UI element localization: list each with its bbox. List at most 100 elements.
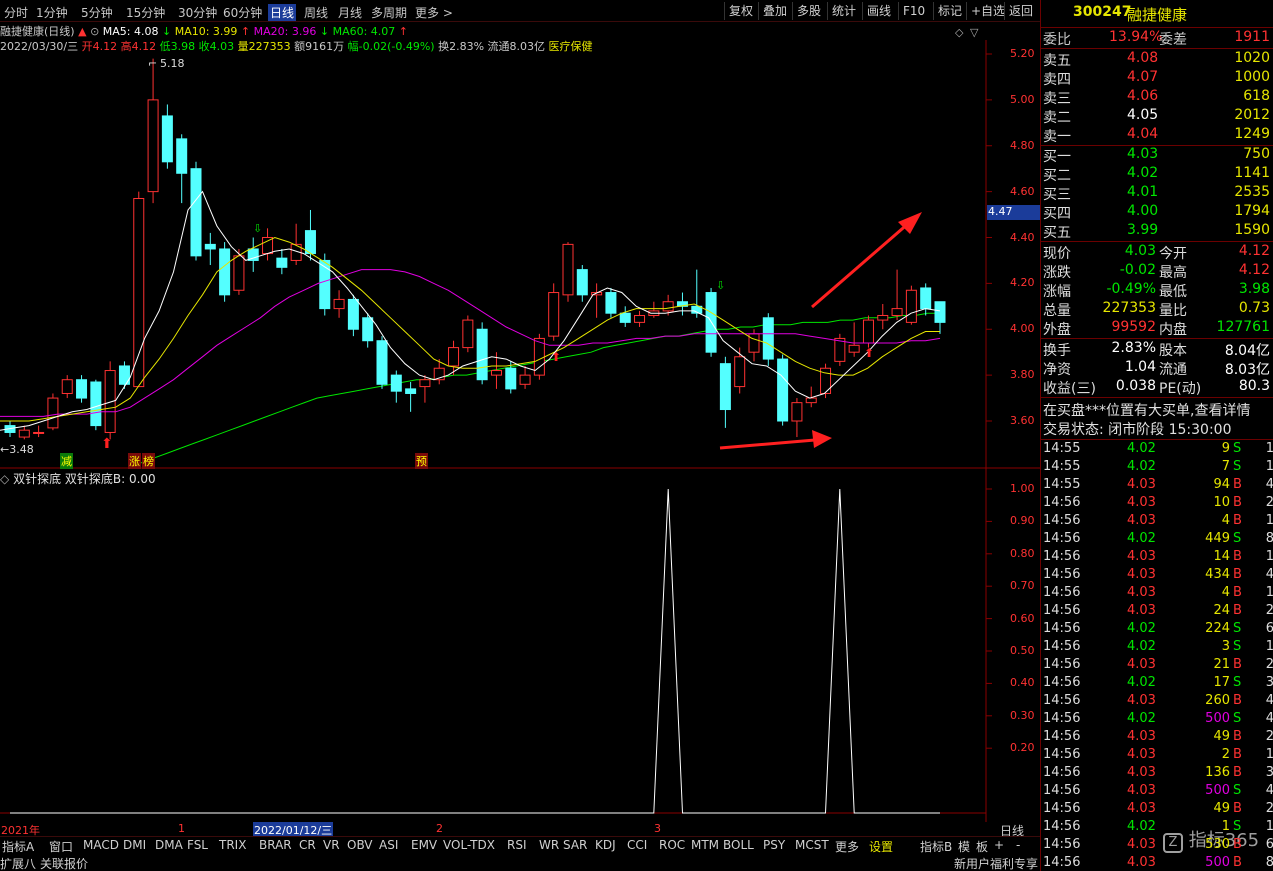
- candle-body: [390, 374, 402, 392]
- indicator-tab[interactable]: MTM: [689, 838, 721, 852]
- restore-rights-button[interactable]: 复权: [724, 2, 757, 20]
- tag-forecast[interactable]: 预: [415, 453, 428, 469]
- indicator-tab[interactable]: EMV: [409, 838, 439, 852]
- statistics-button[interactable]: 统计: [827, 2, 860, 20]
- tab-daily[interactable]: 日线: [268, 4, 297, 21]
- add-watchlist-button[interactable]: +自选: [966, 2, 1009, 20]
- f10-button[interactable]: F10: [898, 2, 929, 20]
- indicator-tab[interactable]: KDJ: [593, 838, 618, 852]
- indicator-tab[interactable]: PSY: [761, 838, 787, 852]
- indicator-tab-right[interactable]: +: [992, 838, 1006, 852]
- indicator-tab[interactable]: DMA: [153, 838, 185, 852]
- indicator-tab[interactable]: 更多: [833, 838, 861, 855]
- price-tick-label: 5.20: [1010, 47, 1035, 60]
- indicator-tab[interactable]: CCI: [625, 838, 649, 852]
- back-button[interactable]: 返回: [1004, 2, 1037, 20]
- candle-body: [219, 248, 231, 296]
- indicator-tab[interactable]: VR: [321, 838, 342, 852]
- indicator-tab[interactable]: 窗口: [47, 838, 75, 855]
- indicator-tab[interactable]: 设置: [867, 838, 895, 855]
- ask-row: 卖四 4.07 1000: [1041, 69, 1273, 88]
- dropdown-icon[interactable]: ▽: [970, 26, 978, 39]
- tick-volume: 500: [1205, 711, 1230, 726]
- tab-weekly[interactable]: 周线: [304, 4, 328, 21]
- indicator-tab-right[interactable]: 模: [956, 838, 972, 855]
- indicator-tick-label: 0.40: [1010, 676, 1035, 690]
- candle-body: [662, 301, 674, 312]
- bid-label: 买二: [1043, 168, 1071, 184]
- tab-fenshi[interactable]: 分时: [4, 4, 28, 21]
- expand-tab[interactable]: 扩展八: [0, 855, 36, 871]
- tick-count: 1: [1265, 747, 1273, 762]
- tab-monthly[interactable]: 月线: [338, 4, 362, 21]
- tab-more[interactable]: 更多 >: [415, 4, 453, 21]
- tick-time: 14:56: [1043, 783, 1081, 798]
- price-tick-label: 5.00: [1010, 92, 1035, 106]
- indicator-tab[interactable]: VOL-TDX: [441, 838, 497, 852]
- big-order-notice[interactable]: 在买盘***位置有大买单,查看详情: [1041, 400, 1273, 419]
- collapse-icon[interactable]: ◇: [0, 472, 9, 486]
- multi-stock-button[interactable]: 多股: [792, 2, 825, 20]
- tab-60min[interactable]: 60分钟: [223, 4, 262, 21]
- indicator-tab[interactable]: 指标A: [0, 838, 36, 855]
- info-date: 2022/03/30/三: [0, 40, 79, 53]
- tab-1min[interactable]: 1分钟: [36, 4, 68, 21]
- mark-button[interactable]: 标记: [933, 2, 966, 20]
- new-user-promo-link[interactable]: 新用户福利专享: [954, 855, 1038, 871]
- info-change: 幅-0.02(-0.49%): [347, 40, 435, 53]
- indicator-tab[interactable]: CR: [297, 838, 318, 852]
- tag-reduce[interactable]: 减: [60, 453, 73, 469]
- tick-side: B: [1233, 765, 1242, 780]
- tab-5min[interactable]: 5分钟: [81, 4, 113, 21]
- tick-volume: 1: [1221, 819, 1230, 834]
- candle-body: [920, 287, 932, 310]
- tick-price: 4.02: [1127, 675, 1156, 690]
- tick-row: 14:56 4.03 434 B 4: [1041, 567, 1273, 585]
- ma20-label: MA20: 3.96: [253, 25, 317, 38]
- indicator-tab[interactable]: TRIX: [217, 838, 248, 852]
- tick-side: B: [1233, 693, 1242, 708]
- indicator-tab[interactable]: MCST: [793, 838, 831, 852]
- indicator-tick-label: 0.20: [1010, 741, 1035, 755]
- indicator-tab[interactable]: BOLL: [721, 838, 756, 852]
- indicator-tab-right[interactable]: 板: [974, 838, 990, 855]
- tick-volume: 10: [1213, 495, 1230, 510]
- candle-body: [61, 379, 73, 394]
- tag-rank[interactable]: 榜: [142, 453, 155, 469]
- tick-row: 14:56 4.03 260 B 4: [1041, 693, 1273, 711]
- indicator-tab[interactable]: BRAR: [257, 838, 294, 852]
- info-volume: 量227353: [237, 40, 291, 53]
- indicator-tab[interactable]: FSL: [185, 838, 210, 852]
- kline-chart[interactable]: [0, 22, 1040, 822]
- indicator-tab[interactable]: OBV: [345, 838, 375, 852]
- tab-30min[interactable]: 30分钟: [178, 4, 217, 21]
- tab-multi-period[interactable]: 多周期: [371, 4, 407, 21]
- stat-value: 4.03: [1124, 243, 1156, 259]
- indicator-tab[interactable]: RSI: [505, 838, 529, 852]
- bid-price: 4.00: [1127, 203, 1159, 219]
- tick-count: 4: [1265, 783, 1273, 798]
- diamond-icon[interactable]: ◇: [955, 26, 963, 39]
- candle-body: [748, 333, 760, 353]
- ask-label: 卖四: [1043, 72, 1071, 88]
- tag-rise[interactable]: 涨: [128, 453, 141, 469]
- indicator-tab[interactable]: MACD: [81, 838, 121, 852]
- indicator-tab[interactable]: WR: [537, 838, 561, 852]
- indicator-tab[interactable]: ROC: [657, 838, 687, 852]
- indicator-tab[interactable]: ASI: [377, 838, 400, 852]
- related-quotes-tab[interactable]: 关联报价: [40, 855, 88, 871]
- draw-line-button[interactable]: 画线: [862, 2, 895, 20]
- indicator-tab[interactable]: DMI: [121, 838, 148, 852]
- settings-icon[interactable]: ⊙: [90, 25, 103, 38]
- tick-count: 8: [1265, 855, 1273, 870]
- overlay-button[interactable]: 叠加: [758, 2, 791, 20]
- candle-body: [762, 317, 774, 360]
- ask-row: 卖五 4.08 1020: [1041, 50, 1273, 69]
- tick-count: 2: [1265, 801, 1273, 816]
- indicator-tab-right[interactable]: -: [1014, 838, 1022, 852]
- indicator-tab-right[interactable]: 指标B: [918, 838, 954, 855]
- buy-signal-arrow-icon: ⬆: [864, 346, 875, 360]
- stat2-row: 收益(三) 0.038 PE(动) 80.3: [1041, 378, 1273, 397]
- tab-15min[interactable]: 15分钟: [126, 4, 165, 21]
- indicator-tab[interactable]: SAR: [561, 838, 589, 852]
